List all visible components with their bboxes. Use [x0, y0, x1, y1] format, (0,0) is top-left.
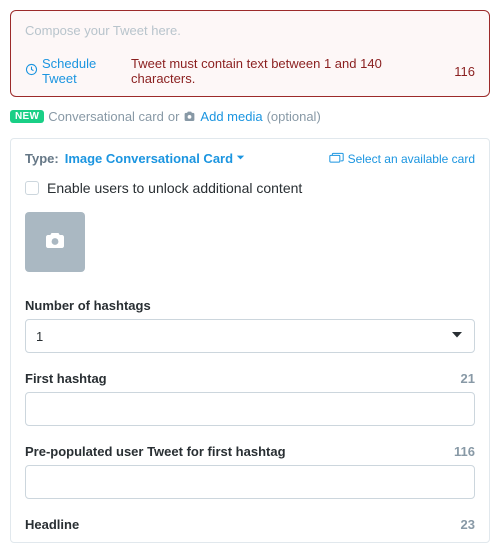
camera-icon	[183, 111, 196, 122]
compose-box: Compose your Tweet here. Schedule Tweet …	[10, 10, 490, 97]
conversational-card-panel: Type: Image Conversational Card Select a…	[10, 138, 490, 543]
schedule-tweet-label: Schedule Tweet	[42, 56, 131, 86]
compose-char-count: 116	[454, 64, 475, 79]
select-available-card-label: Select an available card	[348, 152, 475, 166]
clock-icon	[25, 63, 38, 79]
chevron-down-icon	[235, 151, 246, 166]
prepopulated-tweet-label: Pre-populated user Tweet for first hasht…	[25, 444, 286, 459]
conversational-card-label: Conversational card	[48, 109, 164, 124]
add-media-link[interactable]: Add media	[200, 109, 262, 124]
new-badge: NEW	[10, 110, 44, 123]
schedule-tweet-link[interactable]: Schedule Tweet	[25, 56, 131, 86]
select-available-card-link[interactable]: Select an available card	[329, 152, 475, 166]
num-hashtags-value: 1	[36, 329, 43, 344]
card-type-line: NEW Conversational card or Add media (op…	[10, 107, 490, 124]
headline-count: 23	[461, 517, 475, 532]
compose-error: Tweet must contain text between 1 and 14…	[131, 56, 440, 86]
camera-icon	[44, 232, 66, 253]
enable-unlock-label: Enable users to unlock additional conten…	[47, 180, 302, 196]
image-upload-thumb[interactable]	[25, 212, 85, 272]
enable-unlock-checkbox[interactable]	[25, 181, 39, 195]
optional-label: (optional)	[267, 109, 321, 124]
prepopulated-tweet-count: 116	[454, 444, 475, 459]
card-type-selector[interactable]: Type: Image Conversational Card	[25, 151, 246, 166]
type-label: Type:	[25, 151, 59, 166]
chevron-down-icon	[450, 328, 464, 345]
card-stack-icon	[329, 152, 344, 166]
prepopulated-tweet-input[interactable]	[25, 465, 475, 499]
num-hashtags-select[interactable]: 1	[25, 319, 475, 353]
headline-label: Headline	[25, 517, 79, 532]
first-hashtag-label: First hashtag	[25, 371, 107, 386]
type-value: Image Conversational Card	[65, 151, 233, 166]
compose-input[interactable]: Compose your Tweet here.	[25, 23, 475, 38]
num-hashtags-label: Number of hashtags	[25, 298, 151, 313]
or-label: or	[168, 109, 180, 124]
first-hashtag-count: 21	[461, 371, 475, 386]
first-hashtag-input[interactable]	[25, 392, 475, 426]
